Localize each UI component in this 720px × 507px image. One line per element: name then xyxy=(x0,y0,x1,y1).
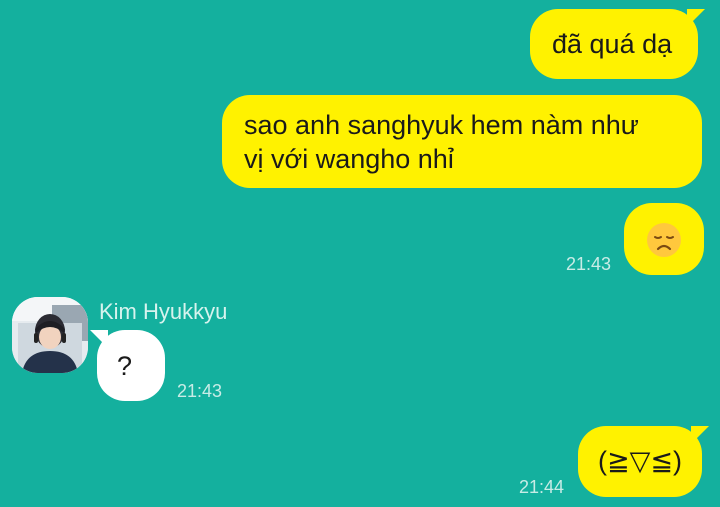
sender-name: Kim Hyukkyu xyxy=(99,299,228,324)
avatar[interactable] xyxy=(12,297,88,373)
message-bubble-outgoing[interactable]: đã quá dạ xyxy=(530,9,698,79)
disappointed-face-icon xyxy=(647,223,681,257)
message-timestamp: 21:43 xyxy=(177,381,223,401)
message-text: (≧▽≦) xyxy=(598,446,682,476)
message-bubble-outgoing[interactable] xyxy=(624,203,704,275)
message-bubble-outgoing[interactable]: (≧▽≦) xyxy=(578,426,702,497)
message-bubble-outgoing[interactable]: sao anh sanghyuk hem nàm như vị với wang… xyxy=(222,95,702,188)
message-text: đã quá dạ xyxy=(552,29,673,59)
message-text-line: vị với wangho nhỉ xyxy=(244,144,454,174)
message-timestamp: 21:43 xyxy=(566,254,612,274)
message-timestamp: 21:44 xyxy=(519,477,565,497)
message-bubble-incoming[interactable]: ? xyxy=(97,330,165,401)
message-text: ? xyxy=(117,351,133,381)
message-text-line: sao anh sanghyuk hem nàm như xyxy=(244,110,639,140)
